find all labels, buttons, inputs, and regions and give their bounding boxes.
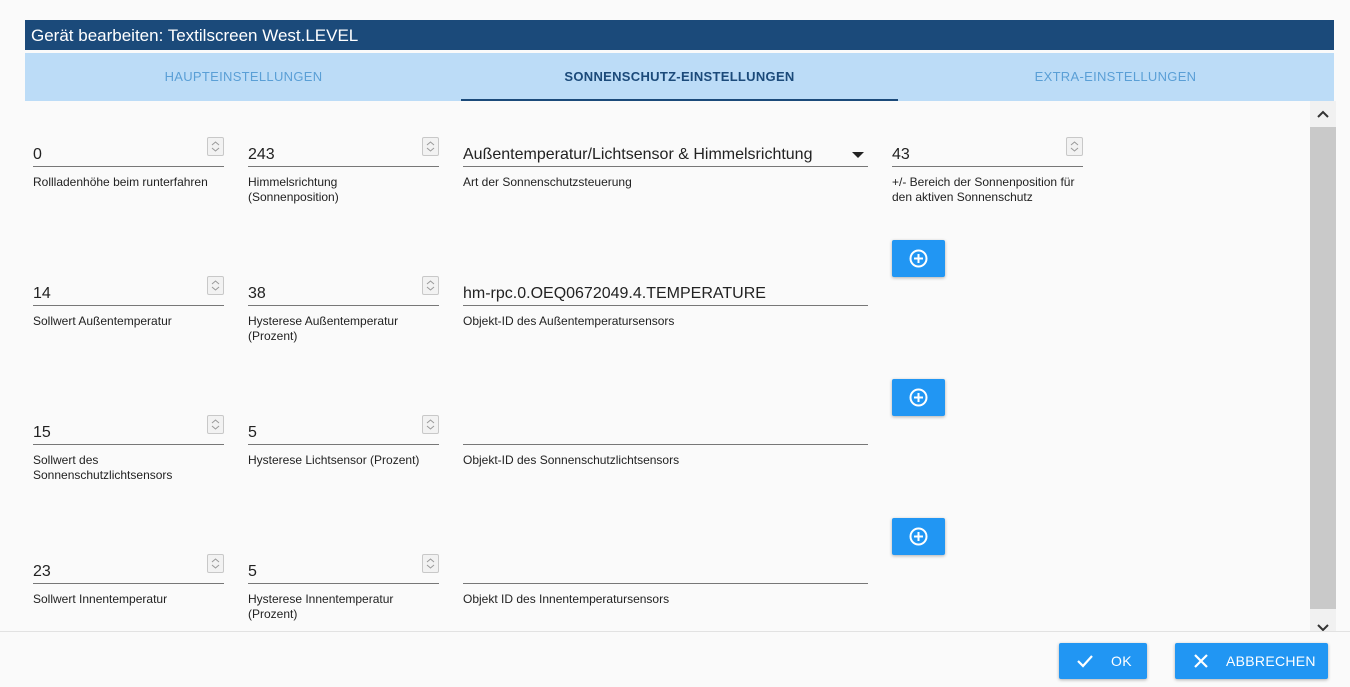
hysterese-aussen-input[interactable]: 38 <box>248 265 439 306</box>
hysterese-innen-value: 5 <box>248 563 257 580</box>
add-circle-icon <box>909 249 928 268</box>
spinner-icon[interactable] <box>207 137 224 156</box>
ok-button[interactable]: OK <box>1059 643 1147 679</box>
close-icon <box>1194 654 1208 668</box>
cancel-label: ABBRECHEN <box>1226 653 1316 669</box>
sollwert-innen-label: Sollwert Innentemperatur <box>33 592 168 606</box>
hysterese-innen-label: Hysterese Innentemperatur (Prozent) <box>248 592 394 621</box>
add-aussen-sensor-button[interactable] <box>892 240 945 277</box>
rollladenhoehe-value: 0 <box>33 146 42 163</box>
bereich-label: +/- Bereich der Sonnenposition für den a… <box>892 175 1075 204</box>
objekt-innen-label: Objekt ID des Innentemperatursensors <box>463 592 670 606</box>
spinner-icon[interactable] <box>422 137 439 156</box>
spinner-icon[interactable] <box>422 554 439 573</box>
sollwert-aussen-label: Sollwert Außentemperatur <box>33 314 172 328</box>
sollwert-aussen-value: 14 <box>33 285 51 302</box>
dialog-title: Gerät bearbeiten: Textilscreen West.LEVE… <box>25 20 1334 50</box>
objekt-licht-input[interactable] <box>463 404 868 445</box>
sollwert-innen-input[interactable]: 23 <box>33 543 224 584</box>
sollwert-aussen-input[interactable]: 14 <box>33 265 224 306</box>
bereich-value: 43 <box>892 146 910 163</box>
objekt-innen-input[interactable] <box>463 543 868 584</box>
himmelsrichtung-input[interactable]: 243 <box>248 126 439 167</box>
settings-form: 0 Rollladenhöhe beim runterfahren 243 Hi… <box>25 101 1310 631</box>
tab-haupteinstellungen[interactable]: HAUPTEINSTELLUNGEN <box>25 53 462 101</box>
hysterese-licht-input[interactable]: 5 <box>248 404 439 445</box>
dialog-footer: OK ABBRECHEN <box>0 631 1350 687</box>
add-innen-sensor-button[interactable] <box>892 518 945 555</box>
steuerung-value: Außentemperatur/Lichtsensor & Himmelsric… <box>463 146 813 163</box>
bereich-input[interactable]: 43 <box>892 126 1083 167</box>
himmelsrichtung-label: Himmelsrichtung (Sonnenposition) <box>248 175 339 204</box>
rollladenhoehe-label: Rollladenhöhe beim runterfahren <box>33 175 208 189</box>
sollwert-licht-input[interactable]: 15 <box>33 404 224 445</box>
objekt-licht-label: Objekt-ID des Sonnenschutzlichtsensors <box>463 453 680 467</box>
hysterese-aussen-label: Hysterese Außentemperatur (Prozent) <box>248 314 399 343</box>
steuerung-label: Art der Sonnenschutzsteuerung <box>463 175 632 189</box>
steuerung-select[interactable]: Außentemperatur/Lichtsensor & Himmelsric… <box>463 126 868 167</box>
hysterese-licht-label: Hysterese Lichtsensor (Prozent) <box>248 453 420 467</box>
rollladenhoehe-input[interactable]: 0 <box>33 126 224 167</box>
cancel-button[interactable]: ABBRECHEN <box>1175 643 1328 679</box>
objekt-aussen-input[interactable]: hm-rpc.0.OEQ0672049.4.TEMPERATURE <box>463 265 868 306</box>
spinner-icon[interactable] <box>207 554 224 573</box>
spinner-icon[interactable] <box>207 276 224 295</box>
spinner-icon[interactable] <box>422 415 439 434</box>
objekt-aussen-label: Objekt-ID des Außentemperatursensors <box>463 314 675 328</box>
dropdown-arrow-icon <box>852 152 864 158</box>
himmelsrichtung-value: 243 <box>248 146 275 163</box>
add-circle-icon <box>909 527 928 546</box>
tab-sonnenschutz-einstellungen[interactable]: SONNENSCHUTZ-EINSTELLUNGEN <box>461 53 898 101</box>
ok-label: OK <box>1111 653 1132 669</box>
check-icon <box>1077 655 1093 668</box>
hysterese-aussen-value: 38 <box>248 285 266 302</box>
sollwert-innen-value: 23 <box>33 563 51 580</box>
objekt-aussen-value: hm-rpc.0.OEQ0672049.4.TEMPERATURE <box>463 285 766 302</box>
spinner-icon[interactable] <box>207 415 224 434</box>
add-licht-sensor-button[interactable] <box>892 379 945 416</box>
tab-extra-einstellungen[interactable]: EXTRA-EINSTELLUNGEN <box>897 53 1334 101</box>
sollwert-licht-value: 15 <box>33 424 51 441</box>
spinner-icon[interactable] <box>1066 137 1083 156</box>
scroll-up-icon[interactable] <box>1310 101 1336 127</box>
sollwert-licht-label: Sollwert des Sonnenschutzlichtsensors <box>33 453 173 482</box>
spinner-icon[interactable] <box>422 276 439 295</box>
scroll-down-icon[interactable] <box>1310 617 1336 631</box>
vertical-scrollbar[interactable] <box>1310 101 1336 631</box>
tab-bar: HAUPTEINSTELLUNGEN SONNENSCHUTZ-EINSTELL… <box>25 53 1334 101</box>
add-circle-icon <box>909 388 928 407</box>
scroll-thumb[interactable] <box>1310 127 1336 609</box>
hysterese-licht-value: 5 <box>248 424 257 441</box>
hysterese-innen-input[interactable]: 5 <box>248 543 439 584</box>
